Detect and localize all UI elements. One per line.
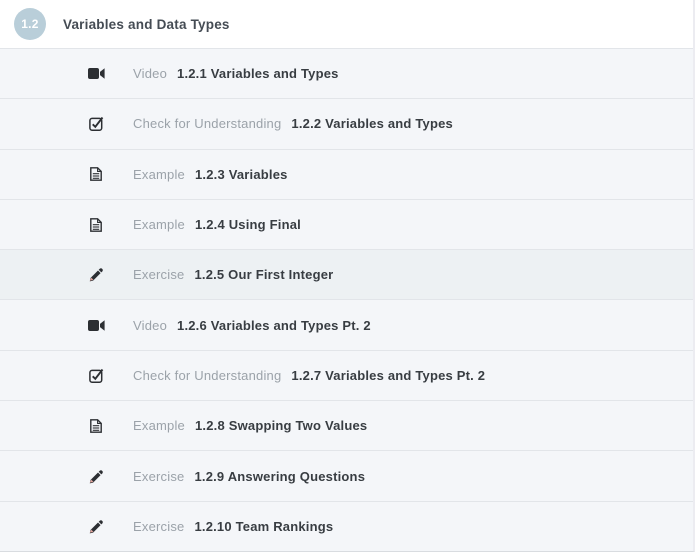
lesson-type-label: Video [133,318,167,333]
pencil-icon [86,519,106,534]
lesson-type-label: Exercise [133,519,184,534]
lesson-title: 1.2.9 Answering Questions [194,469,365,484]
section-header: 1.2 Variables and Data Types [0,0,693,48]
lesson-type-label: Video [133,66,167,81]
lesson-type-label: Check for Understanding [133,368,281,383]
lesson-row[interactable]: Check for Understanding 1.2.2 Variables … [0,98,693,148]
lesson-type-label: Exercise [133,267,184,282]
document-icon [86,218,106,232]
pencil-icon [86,267,106,282]
section-number-badge: 1.2 [14,8,46,40]
lesson-row[interactable]: Example 1.2.8 Swapping Two Values [0,400,693,450]
lesson-title: 1.2.7 Variables and Types Pt. 2 [291,368,485,383]
lesson-title: 1.2.4 Using Final [195,217,301,232]
video-icon [86,319,106,332]
lesson-type-label: Example [133,217,185,232]
lesson-row[interactable]: Exercise 1.2.10 Team Rankings [0,501,693,551]
lesson-row[interactable]: Exercise 1.2.9 Answering Questions [0,450,693,500]
lesson-row[interactable]: Video 1.2.6 Variables and Types Pt. 2 [0,299,693,349]
lesson-row[interactable]: Exercise 1.2.5 Our First Integer [0,249,693,299]
check-square-icon [86,116,106,131]
lesson-title: 1.2.2 Variables and Types [291,116,453,131]
curriculum-section-panel: 1.2 Variables and Data Types Video 1.2.1… [0,0,695,552]
lesson-list: Video 1.2.1 Variables and Types Check fo… [0,48,693,551]
lesson-title: 1.2.6 Variables and Types Pt. 2 [177,318,371,333]
check-square-icon [86,368,106,383]
lesson-type-label: Example [133,167,185,182]
pencil-icon [86,469,106,484]
lesson-row[interactable]: Example 1.2.3 Variables [0,149,693,199]
document-icon [86,419,106,433]
lesson-title: 1.2.10 Team Rankings [194,519,333,534]
lesson-title: 1.2.8 Swapping Two Values [195,418,367,433]
lesson-type-label: Check for Understanding [133,116,281,131]
video-icon [86,67,106,80]
lesson-row[interactable]: Video 1.2.1 Variables and Types [0,48,693,98]
lesson-title: 1.2.1 Variables and Types [177,66,339,81]
lesson-type-label: Example [133,418,185,433]
lesson-row[interactable]: Example 1.2.4 Using Final [0,199,693,249]
section-title: Variables and Data Types [63,17,230,32]
document-icon [86,167,106,181]
lesson-type-label: Exercise [133,469,184,484]
lesson-row[interactable]: Check for Understanding 1.2.7 Variables … [0,350,693,400]
lesson-title: 1.2.5 Our First Integer [194,267,333,282]
lesson-title: 1.2.3 Variables [195,167,288,182]
